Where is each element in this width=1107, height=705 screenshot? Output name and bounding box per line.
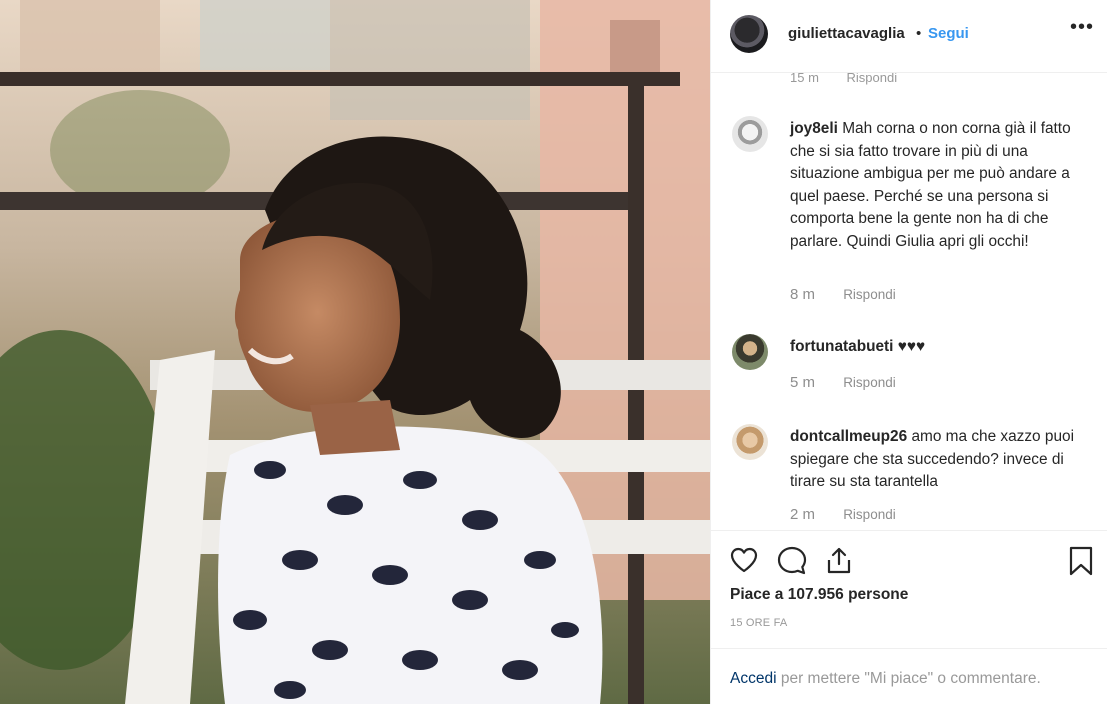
- comment-icon[interactable]: [776, 545, 808, 577]
- post-photo-graphic: [0, 0, 710, 704]
- header-separator: •: [916, 25, 922, 42]
- comment-time: 8 m: [790, 286, 816, 303]
- comment-meta: 8 m Rispondi: [790, 286, 896, 303]
- partial-comment-meta: 15 m Rispondi: [790, 72, 897, 85]
- post-panel: giuliettacavaglia • Segui ••• 15 m Rispo…: [710, 0, 1107, 704]
- login-prompt-rest: per mettere "Mi piace" o commentare.: [776, 670, 1041, 687]
- more-options-icon[interactable]: •••: [1070, 17, 1093, 42]
- reply-button[interactable]: Rispondi: [843, 507, 896, 522]
- likes-count[interactable]: Piace a 107.956 persone: [730, 586, 908, 604]
- commenter-avatar[interactable]: [732, 424, 768, 460]
- comment-body: Mah corna o non corna già il fatto che s…: [790, 120, 1071, 250]
- comment-body: ♥♥♥: [897, 338, 926, 355]
- share-icon[interactable]: [824, 545, 854, 575]
- commenter-avatar[interactable]: [732, 334, 768, 370]
- commenter-avatar[interactable]: [732, 116, 768, 152]
- comment-time: 2 m: [790, 506, 816, 523]
- login-prompt-text: Accedi per mettere "Mi piace" o commenta…: [730, 670, 1041, 688]
- comment-text-block: fortunatabueti ♥♥♥: [790, 336, 1080, 359]
- comments-list[interactable]: 15 m Rispondi joy8eli Mah corna o non co…: [711, 72, 1107, 530]
- comment-time: 15 m: [790, 72, 819, 85]
- follow-button[interactable]: Segui: [928, 25, 969, 42]
- reply-button[interactable]: Rispondi: [843, 375, 896, 390]
- comment-meta: 2 m Rispondi: [790, 506, 896, 523]
- heart-icon[interactable]: [729, 545, 759, 575]
- comment-meta: 5 m Rispondi: [790, 374, 896, 391]
- author-avatar[interactable]: [730, 15, 768, 53]
- login-link[interactable]: Accedi: [730, 670, 777, 687]
- post-photo: [0, 0, 710, 704]
- comment-time: 5 m: [790, 374, 816, 391]
- comment-text-block: joy8eli Mah corna o non corna già il fat…: [790, 118, 1080, 253]
- author-username[interactable]: giuliettacavaglia: [788, 25, 905, 42]
- commenter-username[interactable]: dontcallmeup26: [790, 428, 907, 445]
- reply-button[interactable]: Rispondi: [847, 72, 898, 85]
- post-header: giuliettacavaglia • Segui •••: [711, 0, 1107, 73]
- comment-text-block: dontcallmeup26 amo ma che xazzo puoi spi…: [790, 426, 1080, 494]
- commenter-username[interactable]: fortunatabueti: [790, 338, 893, 355]
- login-prompt: Accedi per mettere "Mi piace" o commenta…: [711, 648, 1107, 705]
- commenter-username[interactable]: joy8eli: [790, 120, 838, 137]
- reply-button[interactable]: Rispondi: [843, 287, 896, 302]
- bookmark-icon[interactable]: [1067, 545, 1095, 577]
- post-timestamp: 15 ORE FA: [730, 617, 788, 629]
